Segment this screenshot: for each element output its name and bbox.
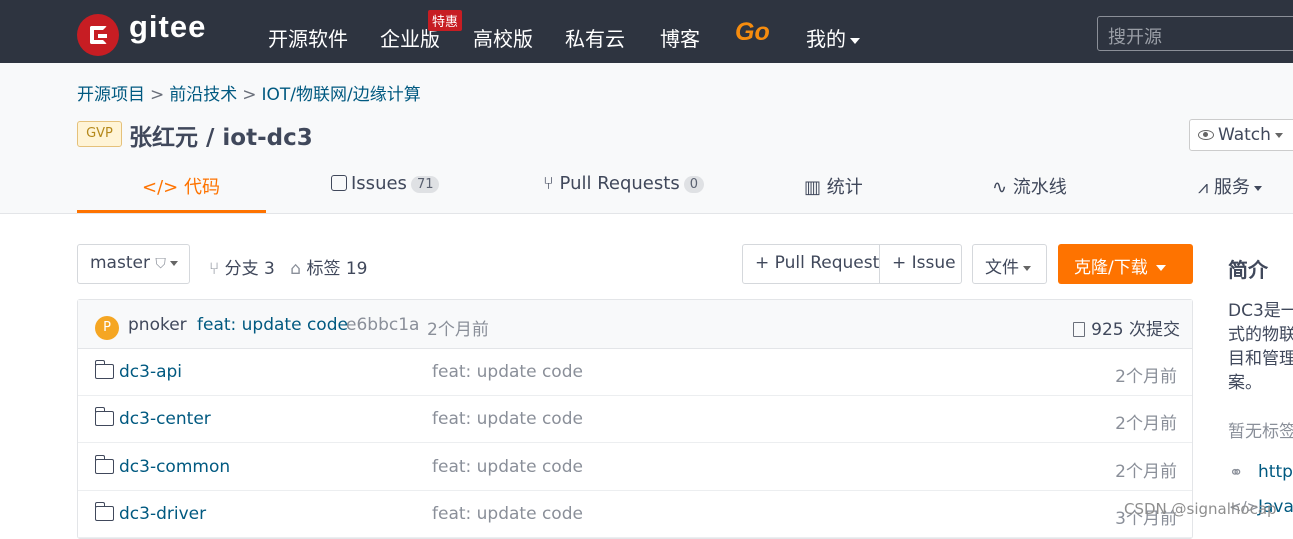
folder-icon (94, 455, 114, 474)
chevron-down-icon (1155, 265, 1166, 271)
gitee-g-mark-icon (90, 26, 107, 44)
commit-hash[interactable]: e6bbc1a (346, 315, 419, 335)
commit-author[interactable]: pnoker (128, 315, 187, 335)
commit-count[interactable]: 925 次提交 (1073, 315, 1180, 340)
file-menu-button[interactable]: 文件 (972, 244, 1047, 284)
search-input[interactable]: 搜开源 (1097, 16, 1293, 51)
file-time: 2个月前 (1115, 462, 1177, 482)
watch-label: Watch (1218, 125, 1271, 145)
tab-pipeline-label: 流水线 (1012, 177, 1067, 198)
tab-code-label: 代码 (183, 177, 220, 198)
latest-commit-bar: P pnoker feat: update code e6bbc1a 2个月前 … (78, 300, 1192, 349)
folder-icon (94, 360, 114, 379)
top-navbar: gitee 开源软件 企业版 特惠 高校版 私有云 博客 Go 我的 搜开源 (0, 0, 1293, 63)
file-list: P pnoker feat: update code e6bbc1a 2个月前 … (77, 299, 1193, 539)
branch-icon: ⑂ (209, 259, 225, 279)
active-tab-indicator (77, 210, 266, 213)
chevron-down-icon (1023, 265, 1031, 271)
nav-go[interactable]: Go (735, 18, 770, 47)
branch-tag-stats: ⑂ 分支 3 ⌂ 标签 19 (209, 254, 368, 279)
tab-services[interactable]: ⩘ 服务 (1198, 173, 1262, 199)
tab-services-label: 服务 (1213, 177, 1250, 198)
table-row[interactable]: dc3-api feat: update code 2个月前 (78, 349, 1192, 396)
file-commit-message[interactable]: feat: update code (432, 504, 583, 524)
folder-icon (94, 502, 114, 521)
pull-requests-count: 0 (683, 175, 704, 193)
tab-pull-requests[interactable]: ⑂ Pull Requests 0 (543, 173, 704, 194)
breadcrumb-separator: > (242, 85, 257, 105)
clone-download-button[interactable]: 克隆/下载 (1058, 244, 1193, 284)
tags-link[interactable]: 标签 19 (306, 259, 367, 279)
nav-mine-label: 我的 (806, 27, 846, 51)
breadcrumb: 开源项目 > 前沿技术 > IOT/物联网/边缘计算 (77, 80, 421, 105)
avatar[interactable]: P (95, 316, 119, 340)
nav-mine[interactable]: 我的 (806, 23, 860, 52)
tab-stats-label: 统计 (826, 177, 863, 198)
clone-label: 克隆/下载 (1074, 258, 1148, 278)
logo-text[interactable]: gitee (129, 9, 206, 45)
shield-icon: ⛉ (155, 256, 166, 272)
table-row[interactable]: dc3-center feat: update code 2个月前 (78, 396, 1192, 443)
breadcrumb-separator: > (150, 85, 165, 105)
tab-code[interactable]: </> 代码 (142, 173, 220, 199)
table-row[interactable]: dc3-common feat: update code 2个月前 (78, 444, 1192, 491)
branch-name: master (90, 253, 150, 273)
tab-pipeline[interactable]: ∿ 流水线 (992, 173, 1067, 199)
file-name[interactable]: dc3-api (119, 362, 182, 382)
file-name[interactable]: dc3-driver (119, 504, 206, 524)
chevron-down-icon (169, 260, 178, 266)
chevron-down-icon (1253, 185, 1262, 191)
file-time: 2个月前 (1115, 414, 1177, 434)
nav-open-source[interactable]: 开源软件 (268, 23, 348, 52)
file-name[interactable]: dc3-common (119, 457, 230, 477)
nav-private-cloud[interactable]: 私有云 (565, 23, 625, 52)
nav-blog[interactable]: 博客 (660, 23, 700, 52)
file-time: 2个月前 (1115, 367, 1177, 387)
tab-issues-label: Issues (351, 173, 407, 194)
new-pull-request-button[interactable]: + Pull Request (742, 244, 880, 284)
commit-count-label: 925 次提交 (1091, 320, 1180, 340)
file-commit-message[interactable]: feat: update code (432, 409, 583, 429)
tab-pull-requests-label: Pull Requests (559, 173, 680, 194)
branch-select[interactable]: master ⛉ (77, 244, 190, 284)
chevron-down-icon (850, 37, 860, 44)
issues-icon (331, 175, 347, 191)
sidebar-title: 简介 (1228, 258, 1268, 282)
file-menu-label: 文件 (985, 258, 1019, 278)
watermark: CSDN @signalhocap (1124, 500, 1277, 518)
code-icon: </> (142, 177, 184, 198)
file-commit-message[interactable]: feat: update code (432, 362, 583, 382)
sidebar-description: DC3是一 式的物联 目和管理 案。 (1228, 301, 1293, 393)
tab-issues[interactable]: Issues 71 (331, 173, 440, 194)
chevron-down-icon (1274, 132, 1283, 138)
sidebar-homepage-link[interactable]: https (1258, 462, 1293, 482)
gvp-badge[interactable]: GVP (77, 121, 122, 147)
tag-icon: ⌂ (290, 259, 307, 279)
issues-count: 71 (410, 175, 440, 193)
tab-stats[interactable]: ▥ 统计 (804, 173, 863, 199)
pull-request-icon: ⑂ (543, 173, 560, 194)
link-icon: ⚭ (1229, 463, 1244, 483)
commit-message[interactable]: feat: update code (197, 315, 348, 335)
repo-title[interactable]: 张红元 / iot-dc3 (129, 118, 313, 152)
branches-link[interactable]: 分支 3 (225, 259, 275, 279)
promo-badge: 特惠 (428, 10, 463, 31)
breadcrumb-item-iot[interactable]: IOT/物联网/边缘计算 (262, 85, 421, 105)
sidebar-no-tags: 暂无标签 (1228, 422, 1293, 442)
pipeline-icon: ∿ (992, 177, 1013, 198)
commits-icon (1073, 322, 1086, 337)
file-name[interactable]: dc3-center (119, 409, 211, 429)
nav-education[interactable]: 高校版 (473, 23, 533, 52)
file-commit-message[interactable]: feat: update code (432, 457, 583, 477)
pulse-icon: ⩘ (1198, 177, 1214, 198)
bar-chart-icon: ▥ (804, 177, 827, 198)
commit-time: 2个月前 (427, 320, 489, 340)
watch-button[interactable]: Watch (1189, 119, 1293, 151)
breadcrumb-item-frontier[interactable]: 前沿技术 (169, 85, 237, 105)
folder-icon (94, 407, 114, 426)
new-issue-button[interactable]: + Issue (879, 244, 962, 284)
breadcrumb-item-open-source[interactable]: 开源项目 (77, 85, 145, 105)
eye-icon (1198, 130, 1214, 140)
